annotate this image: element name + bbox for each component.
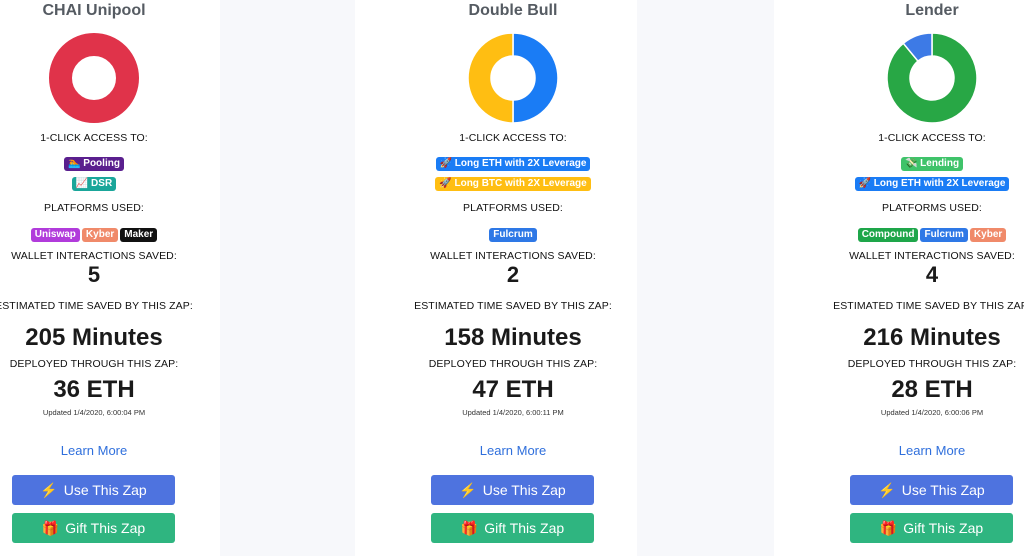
use-zap-label: Use This Zap xyxy=(901,482,985,498)
platforms-list: Uniswap Kyber Maker xyxy=(0,224,194,242)
access-badge: 🚀 Long ETH with 2X Leverage xyxy=(854,177,1010,191)
access-badge: 🚀 Long ETH with 2X Leverage xyxy=(435,157,591,171)
access-badge-label: Lending xyxy=(920,158,960,169)
donut-slice xyxy=(49,33,139,123)
access-badge: 🏊 Pooling xyxy=(64,157,124,171)
access-row: 📈 DSR xyxy=(0,173,194,191)
deployed-value: 28 ETH xyxy=(891,376,973,403)
access-label: 1-CLICK ACCESS TO: xyxy=(40,132,148,144)
use-zap-button[interactable]: ⚡ Use This Zap xyxy=(850,475,1013,505)
platform-badge: Maker xyxy=(120,228,158,242)
lending-icon: 💸 xyxy=(904,158,921,169)
zap-card: CHAI Unipool 1-CLICK ACCESS TO: 🏊 Poolin… xyxy=(0,0,220,556)
access-row: 🚀 Long ETH with 2X Leverage xyxy=(832,173,1024,191)
zap-card: Double Bull 1-CLICK ACCESS TO: 🚀 Long ET… xyxy=(355,0,637,556)
updated-timestamp: Updated 1/4/2020, 6:00:04 PM xyxy=(42,408,146,417)
time-label: ESTIMATED TIME SAVED BY THIS ZAP: xyxy=(414,300,612,312)
use-zap-label: Use This Zap xyxy=(63,482,147,498)
gift-icon: 🎁 xyxy=(460,519,479,536)
access-badge-label: Long ETH with 2X Leverage xyxy=(873,178,1006,189)
platforms-label: PLATFORMS USED: xyxy=(44,202,144,214)
zap-card: Lender 1-CLICK ACCESS TO: 💸 Lending 🚀 Lon… xyxy=(774,0,1024,556)
gift-zap-label: Gift This Zap xyxy=(903,520,984,536)
time-saved-value: 158 Minutes xyxy=(444,324,582,351)
platforms-list: Compound Fulcrum Kyber xyxy=(832,224,1024,242)
platform-badge: Compound xyxy=(857,228,919,242)
access-label: 1-CLICK ACCESS TO: xyxy=(878,132,986,144)
learn-more-link[interactable]: Learn More xyxy=(0,443,194,458)
gift-zap-label: Gift This Zap xyxy=(65,520,146,536)
wallet-label: WALLET INTERACTIONS SAVED: xyxy=(430,250,596,262)
card-title: Lender xyxy=(905,2,959,19)
rocket-icon: 🚀 xyxy=(858,178,874,189)
allocation-donut-chart xyxy=(49,33,139,123)
deployed-value: 47 ETH xyxy=(472,376,554,403)
platforms-label: PLATFORMS USED: xyxy=(463,202,563,214)
gift-zap-button[interactable]: 🎁 Gift This Zap xyxy=(431,513,594,543)
wallet-label: WALLET INTERACTIONS SAVED: xyxy=(11,250,177,262)
time-saved-value: 216 Minutes xyxy=(863,324,1001,351)
platforms-list: Fulcrum xyxy=(413,224,613,242)
learn-more-link[interactable]: Learn More xyxy=(413,443,613,458)
donut-slice xyxy=(512,33,558,123)
learn-more-link[interactable]: Learn More xyxy=(832,443,1024,458)
lightning-icon: ⚡ xyxy=(40,481,58,498)
card-title: CHAI Unipool xyxy=(42,2,146,19)
use-zap-label: Use This Zap xyxy=(482,482,566,498)
time-saved-value: 205 Minutes xyxy=(25,324,163,351)
access-badge-label: Pooling xyxy=(83,158,120,169)
access-row: 🚀 Long BTC with 2X Leverage xyxy=(413,173,613,191)
deployed-label: DEPLOYED THROUGH THIS ZAP: xyxy=(428,358,598,370)
platforms-label: PLATFORMS USED: xyxy=(882,202,982,214)
gift-zap-button[interactable]: 🎁 Gift This Zap xyxy=(850,513,1013,543)
rocket-icon: 🚀 xyxy=(439,178,455,189)
access-badge: 💸 Lending xyxy=(900,157,964,171)
updated-timestamp: Updated 1/4/2020, 6:00:06 PM xyxy=(880,408,984,417)
pooling-icon: 🏊 xyxy=(68,158,84,169)
access-badge-label: DSR xyxy=(91,178,113,189)
access-badge-label: Long BTC with 2X Leverage xyxy=(454,178,587,189)
time-label: ESTIMATED TIME SAVED BY THIS ZAP: xyxy=(0,300,193,312)
card-title: Double Bull xyxy=(468,2,558,19)
wallet-interactions-value: 4 xyxy=(925,262,939,287)
platform-badge: Fulcrum xyxy=(920,228,968,242)
deployed-value: 36 ETH xyxy=(53,376,135,403)
wallet-label: WALLET INTERACTIONS SAVED: xyxy=(849,250,1015,262)
wallet-interactions-value: 2 xyxy=(506,262,520,287)
access-row: 💸 Lending xyxy=(832,153,1024,171)
access-row: 🏊 Pooling xyxy=(0,153,194,171)
wallet-interactions-value: 5 xyxy=(87,262,101,287)
access-row: 🚀 Long ETH with 2X Leverage xyxy=(413,153,613,171)
access-badge-label: Long ETH with 2X Leverage xyxy=(454,158,587,169)
use-zap-button[interactable]: ⚡ Use This Zap xyxy=(431,475,594,505)
access-label: 1-CLICK ACCESS TO: xyxy=(459,132,567,144)
lightning-icon: ⚡ xyxy=(459,481,477,498)
platform-badge: Kyber xyxy=(81,228,119,242)
gift-zap-button[interactable]: 🎁 Gift This Zap xyxy=(12,513,175,543)
access-badge: 🚀 Long BTC with 2X Leverage xyxy=(435,177,591,191)
use-zap-button[interactable]: ⚡ Use This Zap xyxy=(12,475,175,505)
allocation-donut-chart xyxy=(887,33,977,123)
rocket-icon: 🚀 xyxy=(439,158,455,169)
gift-zap-label: Gift This Zap xyxy=(484,520,565,536)
gift-icon: 🎁 xyxy=(879,519,898,536)
platform-badge: Uniswap xyxy=(30,228,80,242)
deployed-label: DEPLOYED THROUGH THIS ZAP: xyxy=(847,358,1017,370)
dsr-icon: 📈 xyxy=(75,178,92,189)
platform-badge: Fulcrum xyxy=(489,228,537,242)
time-label: ESTIMATED TIME SAVED BY THIS ZAP: xyxy=(833,300,1024,312)
allocation-donut-chart xyxy=(468,33,558,123)
updated-timestamp: Updated 1/4/2020, 6:00:11 PM xyxy=(462,408,564,417)
access-badge: 📈 DSR xyxy=(71,177,117,191)
donut-slice xyxy=(468,33,514,123)
platform-badge: Kyber xyxy=(969,228,1007,242)
deployed-label: DEPLOYED THROUGH THIS ZAP: xyxy=(9,358,179,370)
gift-icon: 🎁 xyxy=(41,519,60,536)
lightning-icon: ⚡ xyxy=(878,481,896,498)
